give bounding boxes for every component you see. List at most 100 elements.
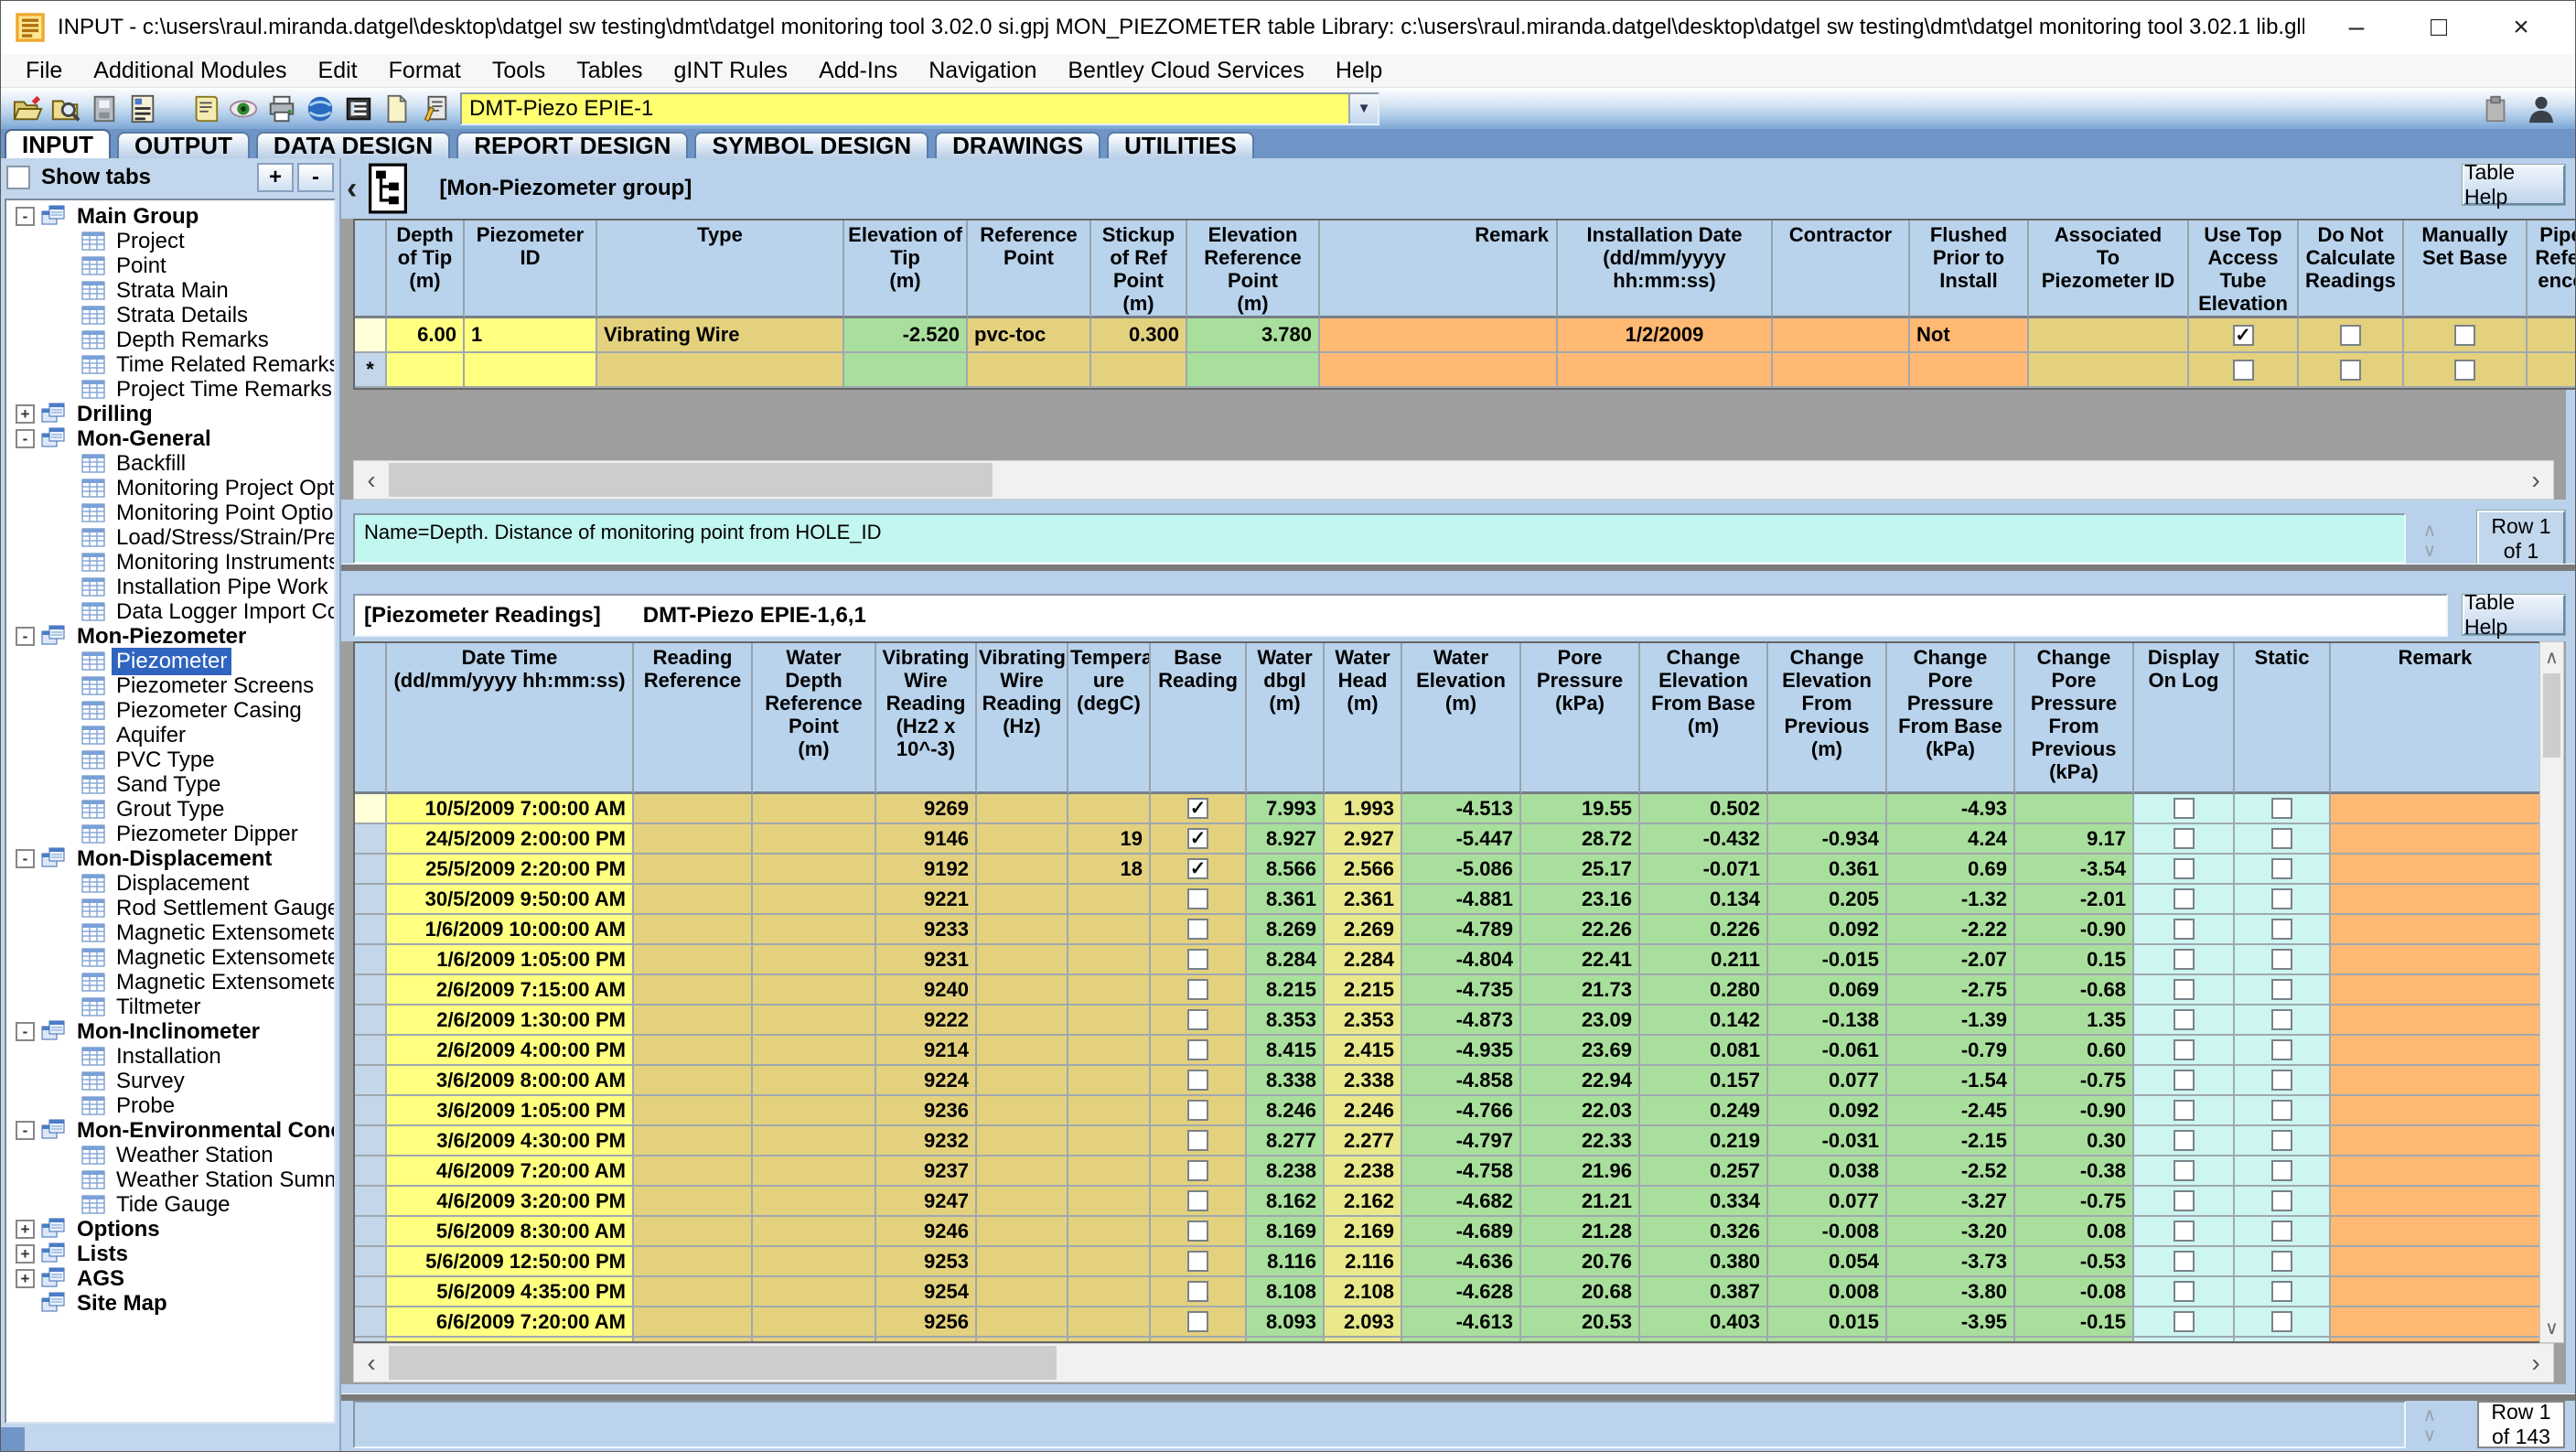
cell-cpb-r5[interactable]: -2.22 bbox=[1887, 915, 2015, 945]
cell-wd-r15[interactable] bbox=[753, 1217, 876, 1247]
cell-ceb-r17[interactable]: 0.387 bbox=[1640, 1277, 1768, 1307]
clipboard-icon[interactable] bbox=[2476, 91, 2515, 127]
cell-tp-r10[interactable] bbox=[1068, 1066, 1151, 1096]
unchecked-checkbox[interactable] bbox=[2174, 1070, 2195, 1091]
note-spinner[interactable]: ∧∨ bbox=[2410, 1404, 2449, 1447]
cell-dl-r18[interactable] bbox=[2134, 1307, 2235, 1338]
tree-item-weather-station-summary[interactable]: Weather Station Summary bbox=[6, 1167, 334, 1192]
cell-rr-r7[interactable] bbox=[634, 975, 753, 1006]
cell-erp-r1[interactable]: 3.780 bbox=[1187, 318, 1320, 353]
cell-cpp-r2[interactable]: 9.17 bbox=[2015, 824, 2134, 855]
cell-dl-r16[interactable] bbox=[2134, 1247, 2235, 1277]
cell-cep-r3[interactable]: 0.361 bbox=[1768, 855, 1887, 885]
cell-dl-r1[interactable] bbox=[2134, 794, 2235, 824]
cell-tp-r12[interactable] bbox=[1068, 1126, 1151, 1156]
cell-we-r8[interactable]: -4.873 bbox=[1402, 1006, 1521, 1036]
cell-dl-r6[interactable] bbox=[2134, 945, 2235, 975]
cell-ceb-r7[interactable]: 0.280 bbox=[1640, 975, 1768, 1006]
cell-st-r10[interactable] bbox=[2235, 1066, 2331, 1096]
cell-as-r1[interactable] bbox=[2029, 318, 2189, 353]
save-icon[interactable] bbox=[85, 91, 123, 127]
cell-rr-r10[interactable] bbox=[634, 1066, 753, 1096]
print-icon[interactable] bbox=[263, 91, 301, 127]
expand-icon[interactable]: + bbox=[16, 1220, 35, 1239]
cell-cpb-r16[interactable]: -3.73 bbox=[1887, 1247, 2015, 1277]
cell-ceb-r10[interactable]: 0.157 bbox=[1640, 1066, 1768, 1096]
cell-tp-r3[interactable]: 18 bbox=[1068, 855, 1151, 885]
tree-item-strata-main[interactable]: Strata Main bbox=[6, 278, 334, 303]
cell-st-r1[interactable] bbox=[2235, 794, 2331, 824]
cell-dl-r14[interactable] bbox=[2134, 1187, 2235, 1217]
cell-v2-r1[interactable] bbox=[977, 794, 1068, 824]
cell-ceb-r4[interactable]: 0.134 bbox=[1640, 885, 1768, 915]
cell-we-r4[interactable]: -4.881 bbox=[1402, 885, 1521, 915]
unchecked-checkbox[interactable] bbox=[2174, 1311, 2195, 1332]
tree-item-drilling[interactable]: +Drilling bbox=[6, 402, 334, 426]
cell-dt-r12[interactable]: 3/6/2009 4:30:00 PM bbox=[387, 1126, 634, 1156]
cell-dt-r18[interactable]: 6/6/2009 7:20:00 AM bbox=[387, 1307, 634, 1338]
tree-item-magnetic-extensometer-probe[interactable]: Magnetic Extensometer Probe bbox=[6, 970, 334, 995]
unchecked-checkbox[interactable] bbox=[2271, 1251, 2292, 1272]
cell-br-r2[interactable]: ✓ bbox=[1151, 824, 1247, 855]
cell-pp-r14[interactable]: 21.21 bbox=[1521, 1187, 1640, 1217]
menu-item-tables[interactable]: Tables bbox=[561, 54, 658, 87]
unchecked-checkbox[interactable] bbox=[1187, 1039, 1208, 1060]
unchecked-checkbox[interactable] bbox=[2233, 360, 2254, 381]
cell-v1-r1[interactable]: 9269 bbox=[876, 794, 977, 824]
unchecked-checkbox[interactable] bbox=[1187, 949, 1208, 970]
cell-rm-r8[interactable] bbox=[2331, 1006, 2541, 1036]
cell-v1-r17[interactable]: 9254 bbox=[876, 1277, 977, 1307]
cell-cpb-r2[interactable]: 4.24 bbox=[1887, 824, 2015, 855]
cell-v2-r16[interactable] bbox=[977, 1247, 1068, 1277]
cell-db-r10[interactable]: 8.338 bbox=[1247, 1066, 1325, 1096]
tree-item-mon-displacement[interactable]: -Mon-Displacement bbox=[6, 846, 334, 871]
cell-v1-r2[interactable]: 9146 bbox=[876, 824, 977, 855]
cell-st-r16[interactable] bbox=[2235, 1247, 2331, 1277]
cell-wh-r15[interactable]: 2.169 bbox=[1325, 1217, 1402, 1247]
cell-br-r14[interactable] bbox=[1151, 1187, 1247, 1217]
unchecked-checkbox[interactable] bbox=[2271, 949, 2292, 970]
unchecked-checkbox[interactable] bbox=[1187, 888, 1208, 909]
unchecked-checkbox[interactable] bbox=[2271, 1311, 2292, 1332]
menu-item-add-ins[interactable]: Add-Ins bbox=[803, 54, 913, 87]
cell-v2-r13[interactable] bbox=[977, 1156, 1068, 1187]
cell-we-r12[interactable]: -4.797 bbox=[1402, 1126, 1521, 1156]
close-button[interactable]: × bbox=[2480, 5, 2562, 50]
tree-item-backfill[interactable]: Backfill bbox=[6, 451, 334, 476]
scroll-left-icon[interactable]: ‹ bbox=[354, 461, 389, 499]
cell-ceb-r12[interactable]: 0.219 bbox=[1640, 1126, 1768, 1156]
cell-pp-r12[interactable]: 22.33 bbox=[1521, 1126, 1640, 1156]
cell-br-r10[interactable] bbox=[1151, 1066, 1247, 1096]
cell-v2-r12[interactable] bbox=[977, 1126, 1068, 1156]
row-selector[interactable] bbox=[355, 945, 387, 975]
cell-v1-r12[interactable]: 9232 bbox=[876, 1126, 977, 1156]
cell-db-r11[interactable]: 8.246 bbox=[1247, 1096, 1325, 1126]
cell-br-r4[interactable] bbox=[1151, 885, 1247, 915]
tree-item-data-logger-import-configuratio[interactable]: Data Logger Import Configuratio bbox=[6, 599, 334, 624]
cell-br-r11[interactable] bbox=[1151, 1096, 1247, 1126]
cell-wd-r3[interactable] bbox=[753, 855, 876, 885]
unchecked-checkbox[interactable] bbox=[2174, 1281, 2195, 1302]
cell-cpp-r7[interactable]: -0.68 bbox=[2015, 975, 2134, 1006]
cell-v2-r8[interactable] bbox=[977, 1006, 1068, 1036]
unchecked-checkbox[interactable] bbox=[2454, 325, 2475, 346]
unchecked-checkbox[interactable] bbox=[2174, 1039, 2195, 1060]
unchecked-checkbox[interactable] bbox=[2271, 1130, 2292, 1151]
menu-item-gint-rules[interactable]: gINT Rules bbox=[658, 54, 803, 87]
cell-cpp-r17[interactable]: -0.08 bbox=[2015, 1277, 2134, 1307]
cell-ceb-r2[interactable]: -0.432 bbox=[1640, 824, 1768, 855]
tree-item-magnetic-extensometer-set[interactable]: Magnetic Extensometer Set bbox=[6, 945, 334, 970]
tree-item-lists[interactable]: +Lists bbox=[6, 1242, 334, 1266]
cell-v2-r14[interactable] bbox=[977, 1187, 1068, 1217]
cell-db-r4[interactable]: 8.361 bbox=[1247, 885, 1325, 915]
cell-dt-r14[interactable]: 4/6/2009 3:20:00 PM bbox=[387, 1187, 634, 1217]
cell-wd-r6[interactable] bbox=[753, 945, 876, 975]
cell-tp-r16[interactable] bbox=[1068, 1247, 1151, 1277]
cell-dt-r10[interactable]: 3/6/2009 8:00:00 AM bbox=[387, 1066, 634, 1096]
cell-pp-r18[interactable]: 20.53 bbox=[1521, 1307, 1640, 1338]
unchecked-checkbox[interactable] bbox=[2174, 1190, 2195, 1211]
cell-et-r2[interactable] bbox=[844, 353, 968, 388]
cell-we-r13[interactable]: -4.758 bbox=[1402, 1156, 1521, 1187]
cell-db-r1[interactable]: 7.993 bbox=[1247, 794, 1325, 824]
cell-tp-r8[interactable] bbox=[1068, 1006, 1151, 1036]
